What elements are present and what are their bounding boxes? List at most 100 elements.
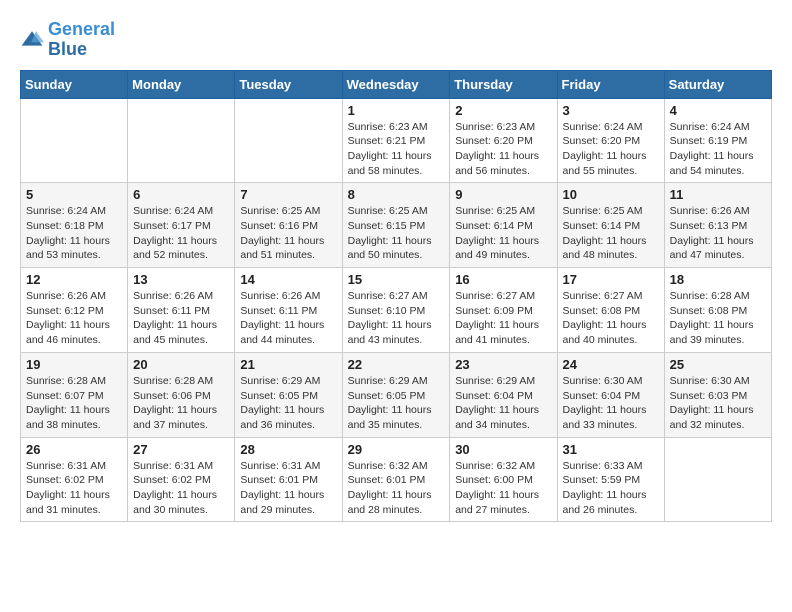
- calendar-cell: 15 Sunrise: 6:27 AM Sunset: 6:10 PM Dayli…: [342, 268, 450, 353]
- calendar-cell: 13Sunrise: 6:26 AM Sunset: 6:11 PM Dayli…: [128, 268, 235, 353]
- day-info: Sunrise: 6:24 AM Sunset: 6:17 PM Dayligh…: [133, 204, 229, 263]
- day-number: 17: [563, 272, 659, 287]
- calendar-cell: 25Sunrise: 6:30 AM Sunset: 6:03 PM Dayli…: [664, 352, 771, 437]
- day-info: Sunrise: 6:24 AM Sunset: 6:20 PM Dayligh…: [563, 120, 659, 179]
- calendar-cell: 12 Sunrise: 6:26 AM Sunset: 6:12 PM Dayli…: [21, 268, 128, 353]
- calendar-cell: 16 Sunrise: 6:27 AM Sunset: 6:09 PM Dayli…: [450, 268, 557, 353]
- logo-icon: [20, 28, 44, 52]
- day-number: 29: [348, 442, 445, 457]
- day-info: Sunrise: 6:29 AM Sunset: 6:05 PM Dayligh…: [348, 374, 445, 433]
- day-number: 30: [455, 442, 551, 457]
- day-number: 1: [348, 103, 445, 118]
- day-number: 23: [455, 357, 551, 372]
- day-info: Sunrise: 6:33 AM Sunset: 5:59 PM Dayligh…: [563, 459, 659, 518]
- calendar-cell: 7 Sunrise: 6:25 AM Sunset: 6:16 PM Daylig…: [235, 183, 342, 268]
- day-number: 31: [563, 442, 659, 457]
- calendar-cell: 14Sunrise: 6:26 AM Sunset: 6:11 PM Dayli…: [235, 268, 342, 353]
- day-number: 25: [670, 357, 766, 372]
- day-number: 21: [240, 357, 336, 372]
- calendar-cell: 29 Sunrise: 6:32 AM Sunset: 6:01 PM Dayli…: [342, 437, 450, 522]
- calendar-cell: 9 Sunrise: 6:25 AM Sunset: 6:14 PM Daylig…: [450, 183, 557, 268]
- calendar-cell: 31 Sunrise: 6:33 AM Sunset: 5:59 PM Dayli…: [557, 437, 664, 522]
- day-info: Sunrise: 6:27 AM Sunset: 6:10 PM Dayligh…: [348, 289, 445, 348]
- day-info: Sunrise: 6:24 AM Sunset: 6:18 PM Dayligh…: [26, 204, 122, 263]
- calendar-cell: [128, 98, 235, 183]
- day-info: Sunrise: 6:24 AM Sunset: 6:19 PM Dayligh…: [670, 120, 766, 179]
- day-number: 8: [348, 187, 445, 202]
- weekday-header: Wednesday: [342, 70, 450, 98]
- day-info: Sunrise: 6:27 AM Sunset: 6:08 PM Dayligh…: [563, 289, 659, 348]
- calendar-cell: 11 Sunrise: 6:26 AM Sunset: 6:13 PM Dayli…: [664, 183, 771, 268]
- calendar-cell: [664, 437, 771, 522]
- calendar-cell: 30 Sunrise: 6:32 AM Sunset: 6:00 PM Dayli…: [450, 437, 557, 522]
- logo: General Blue: [20, 20, 115, 60]
- calendar-cell: 10 Sunrise: 6:25 AM Sunset: 6:14 PM Dayli…: [557, 183, 664, 268]
- weekday-header-row: SundayMondayTuesdayWednesdayThursdayFrid…: [21, 70, 772, 98]
- calendar-cell: 2Sunrise: 6:23 AM Sunset: 6:20 PM Daylig…: [450, 98, 557, 183]
- logo-text: General Blue: [48, 20, 115, 60]
- weekday-header: Saturday: [664, 70, 771, 98]
- weekday-header: Friday: [557, 70, 664, 98]
- day-number: 6: [133, 187, 229, 202]
- weekday-header: Tuesday: [235, 70, 342, 98]
- day-info: Sunrise: 6:31 AM Sunset: 6:02 PM Dayligh…: [133, 459, 229, 518]
- day-number: 11: [670, 187, 766, 202]
- calendar-cell: 18Sunrise: 6:28 AM Sunset: 6:08 PM Dayli…: [664, 268, 771, 353]
- day-info: Sunrise: 6:25 AM Sunset: 6:14 PM Dayligh…: [563, 204, 659, 263]
- day-info: Sunrise: 6:25 AM Sunset: 6:15 PM Dayligh…: [348, 204, 445, 263]
- calendar-week-row: 19 Sunrise: 6:28 AM Sunset: 6:07 PM Dayli…: [21, 352, 772, 437]
- page-header: General Blue: [20, 20, 772, 60]
- day-info: Sunrise: 6:32 AM Sunset: 6:00 PM Dayligh…: [455, 459, 551, 518]
- day-info: Sunrise: 6:31 AM Sunset: 6:02 PM Dayligh…: [26, 459, 122, 518]
- day-info: Sunrise: 6:26 AM Sunset: 6:13 PM Dayligh…: [670, 204, 766, 263]
- day-number: 4: [670, 103, 766, 118]
- day-number: 26: [26, 442, 122, 457]
- weekday-header: Thursday: [450, 70, 557, 98]
- day-info: Sunrise: 6:28 AM Sunset: 6:08 PM Dayligh…: [670, 289, 766, 348]
- calendar-cell: 24Sunrise: 6:30 AM Sunset: 6:04 PM Dayli…: [557, 352, 664, 437]
- calendar-cell: 5Sunrise: 6:24 AM Sunset: 6:18 PM Daylig…: [21, 183, 128, 268]
- day-info: Sunrise: 6:27 AM Sunset: 6:09 PM Dayligh…: [455, 289, 551, 348]
- day-info: Sunrise: 6:30 AM Sunset: 6:04 PM Dayligh…: [563, 374, 659, 433]
- day-info: Sunrise: 6:29 AM Sunset: 6:04 PM Dayligh…: [455, 374, 551, 433]
- day-info: Sunrise: 6:28 AM Sunset: 6:07 PM Dayligh…: [26, 374, 122, 433]
- weekday-header: Sunday: [21, 70, 128, 98]
- calendar-cell: 1 Sunrise: 6:23 AM Sunset: 6:21 PM Daylig…: [342, 98, 450, 183]
- calendar-cell: 6 Sunrise: 6:24 AM Sunset: 6:17 PM Daylig…: [128, 183, 235, 268]
- calendar-cell: 26 Sunrise: 6:31 AM Sunset: 6:02 PM Dayli…: [21, 437, 128, 522]
- day-info: Sunrise: 6:25 AM Sunset: 6:16 PM Dayligh…: [240, 204, 336, 263]
- day-number: 13: [133, 272, 229, 287]
- calendar-cell: 23 Sunrise: 6:29 AM Sunset: 6:04 PM Dayli…: [450, 352, 557, 437]
- day-number: 15: [348, 272, 445, 287]
- calendar-week-row: 26 Sunrise: 6:31 AM Sunset: 6:02 PM Dayli…: [21, 437, 772, 522]
- calendar-cell: [21, 98, 128, 183]
- day-number: 16: [455, 272, 551, 287]
- calendar-cell: 3 Sunrise: 6:24 AM Sunset: 6:20 PM Daylig…: [557, 98, 664, 183]
- calendar-week-row: 1 Sunrise: 6:23 AM Sunset: 6:21 PM Daylig…: [21, 98, 772, 183]
- day-number: 10: [563, 187, 659, 202]
- day-number: 22: [348, 357, 445, 372]
- day-info: Sunrise: 6:32 AM Sunset: 6:01 PM Dayligh…: [348, 459, 445, 518]
- calendar-cell: 4 Sunrise: 6:24 AM Sunset: 6:19 PM Daylig…: [664, 98, 771, 183]
- day-number: 12: [26, 272, 122, 287]
- calendar-cell: 19 Sunrise: 6:28 AM Sunset: 6:07 PM Dayli…: [21, 352, 128, 437]
- day-number: 19: [26, 357, 122, 372]
- weekday-header: Monday: [128, 70, 235, 98]
- day-info: Sunrise: 6:28 AM Sunset: 6:06 PM Dayligh…: [133, 374, 229, 433]
- calendar-cell: 21 Sunrise: 6:29 AM Sunset: 6:05 PM Dayli…: [235, 352, 342, 437]
- day-info: Sunrise: 6:26 AM Sunset: 6:12 PM Dayligh…: [26, 289, 122, 348]
- day-number: 28: [240, 442, 336, 457]
- calendar-cell: 17 Sunrise: 6:27 AM Sunset: 6:08 PM Dayli…: [557, 268, 664, 353]
- day-number: 3: [563, 103, 659, 118]
- calendar-cell: 22 Sunrise: 6:29 AM Sunset: 6:05 PM Dayli…: [342, 352, 450, 437]
- day-info: Sunrise: 6:25 AM Sunset: 6:14 PM Dayligh…: [455, 204, 551, 263]
- calendar-week-row: 5Sunrise: 6:24 AM Sunset: 6:18 PM Daylig…: [21, 183, 772, 268]
- calendar-cell: 28Sunrise: 6:31 AM Sunset: 6:01 PM Dayli…: [235, 437, 342, 522]
- day-info: Sunrise: 6:29 AM Sunset: 6:05 PM Dayligh…: [240, 374, 336, 433]
- day-number: 7: [240, 187, 336, 202]
- day-number: 9: [455, 187, 551, 202]
- calendar-cell: [235, 98, 342, 183]
- day-number: 14: [240, 272, 336, 287]
- day-number: 20: [133, 357, 229, 372]
- day-info: Sunrise: 6:23 AM Sunset: 6:21 PM Dayligh…: [348, 120, 445, 179]
